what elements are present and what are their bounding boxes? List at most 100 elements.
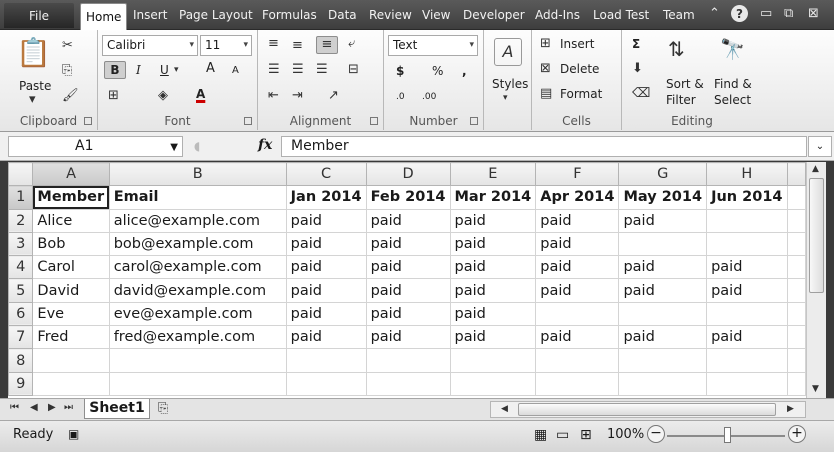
cell-a3[interactable]: Bob <box>32 231 110 257</box>
cell-e4[interactable]: paid <box>449 255 537 280</box>
tab-insert[interactable]: Insert <box>133 6 167 26</box>
cell-c6[interactable]: paid <box>285 301 367 327</box>
zoom-in-button[interactable]: + <box>788 425 806 443</box>
bold-button[interactable]: B <box>104 61 126 79</box>
macro-record-icon[interactable]: ▣ <box>68 427 79 441</box>
window-minimize-icon[interactable]: ▭ <box>760 6 772 22</box>
column-header-c[interactable]: C <box>285 162 367 187</box>
column-header-i[interactable] <box>786 162 806 187</box>
zoom-out-button[interactable]: − <box>647 425 665 443</box>
increase-decimal-button[interactable]: .0 <box>396 89 405 105</box>
cell-c2[interactable]: paid <box>285 208 367 233</box>
font-name-field[interactable]: Calibri ▾ <box>102 35 198 56</box>
cell-f5[interactable]: paid <box>535 278 620 303</box>
cell-e5[interactable]: paid <box>449 278 537 303</box>
cell-h8[interactable] <box>706 348 788 373</box>
cell-e2[interactable]: paid <box>449 208 537 233</box>
cell-a7[interactable]: Fred <box>32 325 110 350</box>
align-top-icon[interactable]: ≡ <box>268 36 279 52</box>
row-header[interactable]: 6 <box>8 301 34 327</box>
cell-d8[interactable] <box>365 348 451 373</box>
align-center-icon[interactable]: ☰ <box>292 62 304 78</box>
cell-g2[interactable]: paid <box>618 208 708 233</box>
cell-i1[interactable] <box>786 185 806 210</box>
scroll-right-icon[interactable]: ▶ <box>787 404 794 414</box>
find-select-icon[interactable]: 🔭 <box>720 36 745 62</box>
tab-formulas[interactable]: Formulas <box>262 6 317 26</box>
vertical-scrollbar[interactable]: ▲ ▼ <box>806 162 826 398</box>
horizontal-scroll-thumb[interactable] <box>518 403 776 416</box>
column-header-a[interactable]: A <box>32 162 110 187</box>
number-launcher-icon[interactable] <box>470 117 478 125</box>
styles-icon[interactable]: A <box>494 38 522 66</box>
tab-page-layout[interactable]: Page Layout <box>179 6 253 26</box>
cell-f7[interactable]: paid <box>535 325 620 350</box>
cell-c3[interactable]: paid <box>285 231 367 257</box>
row-header[interactable]: 5 <box>8 278 34 303</box>
fill-icon[interactable]: ⬇ <box>632 61 643 77</box>
scroll-down-icon[interactable]: ▼ <box>812 384 819 394</box>
cell-c4[interactable]: paid <box>285 255 367 280</box>
cell-d5[interactable]: paid <box>365 278 451 303</box>
name-box-dropdown-icon[interactable]: ▼ <box>170 138 178 157</box>
cell-b3[interactable]: bob@example.com <box>108 231 287 257</box>
cell-i3[interactable] <box>786 231 806 257</box>
cell-f6[interactable] <box>535 301 620 327</box>
cell-b5[interactable]: david@example.com <box>108 278 287 303</box>
orientation-icon[interactable]: ↗ <box>328 88 339 104</box>
cell-a5[interactable]: David <box>32 278 110 303</box>
column-header-e[interactable]: E <box>449 162 537 187</box>
grow-font-button[interactable]: A <box>206 61 215 77</box>
cell-b2[interactable]: alice@example.com <box>108 208 287 233</box>
borders-icon[interactable]: ⊞ <box>108 88 119 104</box>
cell-d3[interactable]: paid <box>365 231 451 257</box>
cell-d6[interactable]: paid <box>365 301 451 327</box>
horizontal-scrollbar[interactable]: ◀ ▶ <box>490 401 806 418</box>
font-size-field[interactable]: 11 ▾ <box>200 35 252 56</box>
number-format-field[interactable]: Text ▾ <box>388 35 478 56</box>
page-break-view-icon[interactable]: ⊞ <box>580 427 592 443</box>
cell-h7[interactable]: paid <box>706 325 788 350</box>
cell-c7[interactable]: paid <box>285 325 367 350</box>
cell-f9[interactable] <box>535 371 620 396</box>
tab-add-ins[interactable]: Add-Ins <box>535 6 580 26</box>
decrease-indent-icon[interactable]: ⇤ <box>268 88 279 104</box>
percent-button[interactable]: % <box>432 63 443 79</box>
clear-icon[interactable]: ⌫ <box>632 86 650 102</box>
format-cells-icon[interactable]: ▤ <box>540 86 552 102</box>
copy-icon[interactable]: ⎘ <box>62 63 72 79</box>
formula-cancel-icon[interactable]: ◖ <box>194 139 200 153</box>
align-right-icon[interactable]: ☰ <box>316 62 328 78</box>
insert-worksheet-icon[interactable]: ⎘ <box>158 401 168 416</box>
zoom-slider-thumb[interactable] <box>724 427 731 443</box>
cell-i4[interactable] <box>786 255 806 280</box>
cell-g5[interactable]: paid <box>618 278 708 303</box>
currency-button[interactable]: $ <box>396 63 404 79</box>
cell-b1[interactable]: Email <box>108 185 287 210</box>
column-header-b[interactable]: B <box>108 162 287 187</box>
cell-h2[interactable] <box>706 208 788 233</box>
cell-a8[interactable] <box>32 348 110 373</box>
delete-cells-icon[interactable]: ⊠ <box>540 61 551 77</box>
first-sheet-icon[interactable]: ⏮ <box>10 402 19 413</box>
page-layout-view-icon[interactable]: ▭ <box>556 427 569 443</box>
delete-cells-button[interactable]: Delete <box>560 61 599 77</box>
increase-indent-icon[interactable]: ⇥ <box>292 88 303 104</box>
cell-f8[interactable] <box>535 348 620 373</box>
expand-formula-bar-icon[interactable]: ⌄ <box>808 136 832 157</box>
file-menu-button[interactable]: File <box>4 3 74 28</box>
sort-filter-button-line2[interactable]: Filter <box>666 92 696 108</box>
help-icon[interactable]: ? <box>731 5 748 22</box>
row-header[interactable]: 9 <box>8 371 34 396</box>
cell-a2[interactable]: Alice <box>32 208 110 233</box>
sheet-tab-sheet1[interactable]: Sheet1 <box>84 399 150 419</box>
cell-e1[interactable]: Mar 2014 <box>449 185 537 210</box>
row-header[interactable]: 7 <box>8 325 34 350</box>
format-painter-icon[interactable]: 🖌 <box>62 88 79 104</box>
cell-b8[interactable] <box>108 348 287 373</box>
minimize-ribbon-icon[interactable]: ⌃ <box>709 6 720 22</box>
tab-review[interactable]: Review <box>369 6 412 26</box>
insert-cells-button[interactable]: Insert <box>560 36 594 52</box>
cell-g3[interactable] <box>618 231 708 257</box>
name-box[interactable]: A1 ▼ <box>8 136 183 157</box>
